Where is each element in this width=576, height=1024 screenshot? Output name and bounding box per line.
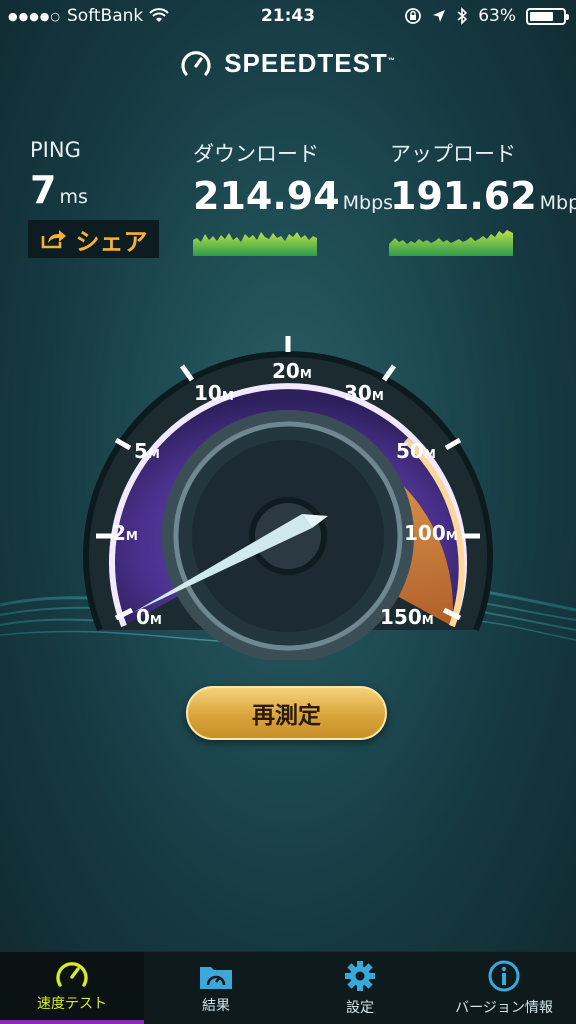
upload-result: アップロード 191.62 Mbps	[390, 138, 576, 218]
download-value-row: 214.94 Mbps	[193, 174, 393, 218]
upload-label: アップロード	[390, 142, 516, 166]
status-bar: ●●●●○ SoftBank 21:43 63%	[0, 0, 576, 34]
ping-value: 7	[30, 168, 57, 212]
upload-value: 191.62	[390, 174, 537, 218]
speedometer-icon	[56, 962, 88, 987]
tab-about[interactable]: バージョン情報	[432, 952, 576, 1024]
tab-settings[interactable]: 設定	[288, 952, 432, 1024]
upload-unit: Mbps	[539, 192, 576, 214]
folder-icon	[200, 967, 232, 989]
ping-value-row: 7 ms	[30, 168, 88, 212]
speed-gauge: 0M 2M 5M 10M 20M 30M 50M 100M 150M	[83, 336, 493, 660]
ping-unit: ms	[59, 186, 88, 208]
app-title-text: SPEEDTEST	[224, 48, 388, 78]
tab-speed-test[interactable]: 速度テスト	[0, 952, 144, 1024]
retest-label: 再測定	[252, 703, 321, 729]
orientation-lock-icon	[405, 8, 422, 24]
tab-speed-test-label: 速度テスト	[37, 996, 107, 1012]
download-label: ダウンロード	[193, 142, 319, 166]
speedtest-logo-icon	[181, 50, 211, 76]
app-title: SPEEDTEST™	[224, 48, 396, 79]
location-arrow-icon	[433, 10, 446, 22]
trademark: ™	[387, 57, 396, 65]
gear-icon	[345, 961, 375, 991]
tab-results-label: 結果	[202, 998, 230, 1014]
battery-icon	[526, 7, 569, 25]
status-right: 63%	[404, 6, 569, 26]
upload-value-row: 191.62 Mbps	[390, 174, 576, 218]
download-value: 214.94	[193, 174, 340, 218]
ping-label: PING	[30, 138, 81, 162]
download-sparkline	[193, 232, 317, 256]
share-icon	[41, 230, 66, 249]
download-result: ダウンロード 214.94 Mbps	[193, 138, 393, 218]
app-header: SPEEDTEST™	[0, 48, 576, 79]
share-label: シェア	[75, 227, 148, 256]
bluetooth-icon	[457, 7, 468, 25]
tab-settings-label: 設定	[346, 1000, 374, 1016]
retest-button[interactable]: 再測定	[186, 686, 387, 740]
tab-results[interactable]: 結果	[144, 952, 288, 1024]
upload-sparkline	[389, 230, 513, 256]
download-unit: Mbps	[342, 192, 394, 214]
info-icon	[488, 960, 520, 992]
ping-result: PING 7 ms	[30, 138, 88, 212]
battery-percent: 63%	[478, 6, 516, 26]
tab-about-label: バージョン情報	[455, 1000, 553, 1016]
tab-bar: 速度テスト 結果 設定 バージョン情報	[0, 951, 576, 1024]
share-button[interactable]: シェア	[28, 220, 159, 258]
